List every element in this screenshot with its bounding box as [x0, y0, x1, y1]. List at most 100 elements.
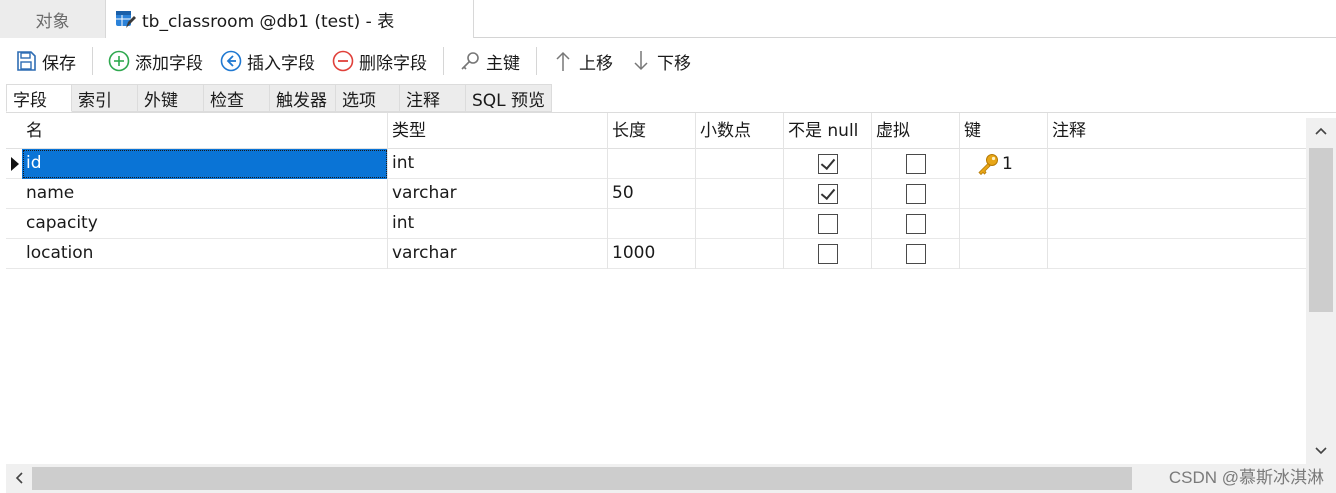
- cell-comment[interactable]: [1048, 149, 1306, 179]
- table-row[interactable]: name varchar 50: [6, 179, 1306, 209]
- row-indicator: [6, 209, 22, 239]
- column-header-not-null[interactable]: 不是 null: [784, 113, 872, 149]
- column-header-virtual[interactable]: 虚拟: [872, 113, 960, 149]
- cell-length[interactable]: 1000: [608, 239, 696, 269]
- key-icon: [458, 49, 482, 73]
- header-row-indicator: [6, 113, 22, 149]
- cell-decimals[interactable]: [696, 179, 784, 209]
- arrow-down-icon: [629, 49, 653, 73]
- add-field-label: 添加字段: [135, 53, 203, 74]
- horizontal-scroll-thumb[interactable]: [32, 467, 1132, 490]
- insert-field-button[interactable]: 插入字段: [215, 44, 319, 78]
- table-design-icon: [114, 8, 136, 30]
- tab-objects[interactable]: 对象: [0, 0, 106, 38]
- move-down-label: 下移: [657, 53, 691, 74]
- column-header-length[interactable]: 长度: [608, 113, 696, 149]
- scroll-left-icon[interactable]: [14, 472, 26, 484]
- vertical-scrollbar[interactable]: [1306, 118, 1336, 464]
- tab-fields[interactable]: 字段: [6, 84, 72, 112]
- delete-field-label: 删除字段: [359, 53, 427, 74]
- tab-sql-preview[interactable]: SQL 预览: [466, 84, 552, 112]
- cell-virtual: [872, 209, 960, 239]
- move-down-button[interactable]: 下移: [625, 44, 695, 78]
- save-icon: [14, 49, 38, 73]
- cell-not-null: [784, 149, 872, 179]
- virtual-checkbox[interactable]: [906, 154, 926, 174]
- cell-comment[interactable]: [1048, 239, 1306, 269]
- primary-key-button[interactable]: 主键: [454, 44, 524, 78]
- horizontal-scrollbar[interactable]: [6, 464, 1336, 493]
- cell-decimals[interactable]: [696, 149, 784, 179]
- scroll-down-icon[interactable]: [1315, 444, 1327, 456]
- not-null-checkbox[interactable]: [818, 184, 838, 204]
- not-null-checkbox[interactable]: [818, 244, 838, 264]
- toolbar-divider: [443, 47, 444, 75]
- tab-title: tb_classroom @db1 (test) - 表: [142, 11, 395, 32]
- column-header-key[interactable]: 键: [960, 113, 1048, 149]
- cell-name[interactable]: name: [22, 179, 388, 209]
- tab-table-design[interactable]: tb_classroom @db1 (test) - 表: [106, 0, 474, 39]
- cell-length[interactable]: [608, 209, 696, 239]
- table-row[interactable]: capacity int: [6, 209, 1306, 239]
- cell-key[interactable]: [960, 209, 1048, 239]
- virtual-checkbox[interactable]: [906, 244, 926, 264]
- row-indicator: [6, 239, 22, 269]
- cell-key[interactable]: [960, 239, 1048, 269]
- cell-virtual: [872, 179, 960, 209]
- virtual-checkbox[interactable]: [906, 214, 926, 234]
- cell-name[interactable]: capacity: [22, 209, 388, 239]
- cell-virtual: [872, 239, 960, 269]
- cell-decimals[interactable]: [696, 239, 784, 269]
- tab-comment[interactable]: 注释: [400, 84, 466, 112]
- scroll-up-icon[interactable]: [1315, 126, 1327, 138]
- column-header-comment[interactable]: 注释: [1048, 113, 1306, 149]
- current-row-pointer-icon: [11, 157, 19, 171]
- design-tab-strip: 字段 索引 外键 检查 触发器 选项 注释 SQL 预览: [6, 84, 552, 112]
- primary-key-icon: [978, 154, 998, 175]
- tab-foreign-keys[interactable]: 外键: [138, 84, 204, 112]
- column-header-name[interactable]: 名: [22, 113, 388, 149]
- not-null-checkbox[interactable]: [818, 154, 838, 174]
- cell-type[interactable]: varchar: [388, 239, 608, 269]
- arrow-up-icon: [551, 49, 575, 73]
- add-icon: [107, 49, 131, 73]
- cell-name[interactable]: id: [22, 149, 388, 179]
- not-null-checkbox[interactable]: [818, 214, 838, 234]
- tab-triggers[interactable]: 触发器: [270, 84, 336, 112]
- cell-key[interactable]: 1: [960, 149, 1048, 179]
- cell-type[interactable]: varchar: [388, 179, 608, 209]
- vertical-scroll-thumb[interactable]: [1309, 148, 1333, 312]
- column-header-type[interactable]: 类型: [388, 113, 608, 149]
- virtual-checkbox[interactable]: [906, 184, 926, 204]
- cell-not-null: [784, 209, 872, 239]
- cell-comment[interactable]: [1048, 179, 1306, 209]
- move-up-button[interactable]: 上移: [547, 44, 617, 78]
- tab-indexes[interactable]: 索引: [72, 84, 138, 112]
- cell-decimals[interactable]: [696, 209, 784, 239]
- insert-icon: [219, 49, 243, 73]
- save-button[interactable]: 保存: [10, 44, 80, 78]
- cell-not-null: [784, 239, 872, 269]
- toolbar-divider: [92, 47, 93, 75]
- key-order: 1: [1002, 153, 1013, 174]
- primary-key-label: 主键: [486, 53, 520, 74]
- row-indicator: [6, 179, 22, 209]
- tab-options[interactable]: 选项: [336, 84, 400, 112]
- cell-name[interactable]: location: [22, 239, 388, 269]
- cell-comment[interactable]: [1048, 209, 1306, 239]
- cell-key[interactable]: [960, 179, 1048, 209]
- add-field-button[interactable]: 添加字段: [103, 44, 207, 78]
- cell-type[interactable]: int: [388, 149, 608, 179]
- document-tab-bar: 对象 tb_classroom @db1 (test) - 表: [0, 0, 1336, 39]
- tab-bar-empty-area: [474, 0, 1336, 38]
- cell-length[interactable]: [608, 149, 696, 179]
- tab-checks[interactable]: 检查: [204, 84, 270, 112]
- cell-type[interactable]: int: [388, 209, 608, 239]
- toolbar: 保存 添加字段 插入字段 删除字段 主键 上移 下移: [0, 38, 1336, 84]
- table-row[interactable]: location varchar 1000: [6, 239, 1306, 269]
- move-up-label: 上移: [579, 53, 613, 74]
- cell-length[interactable]: 50: [608, 179, 696, 209]
- column-header-decimals[interactable]: 小数点: [696, 113, 784, 149]
- table-row[interactable]: id int 1: [6, 149, 1306, 179]
- delete-field-button[interactable]: 删除字段: [327, 44, 431, 78]
